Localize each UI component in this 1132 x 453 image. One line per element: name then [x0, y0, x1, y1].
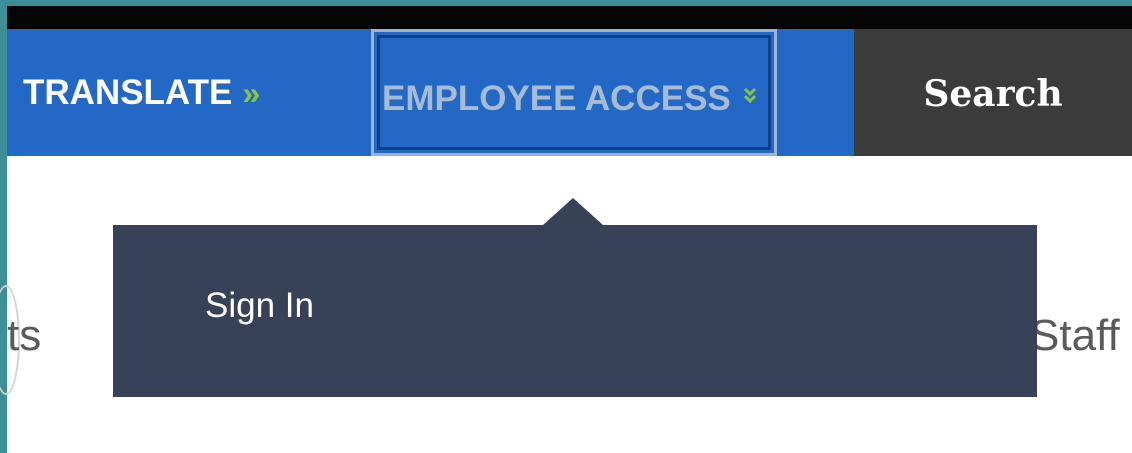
top-black-bar: [7, 6, 1132, 29]
employee-access-label: EMPLOYEE ACCESS: [382, 79, 731, 118]
employee-access-button[interactable]: EMPLOYEE ACCESS: [371, 29, 777, 156]
employee-access-focus-ring: EMPLOYEE ACCESS: [377, 35, 771, 150]
main-navigation-bar: Search TRANSLATE» EMPLOYEE ACCESS: [7, 29, 1132, 156]
dropdown-pointer: [543, 198, 603, 225]
search-button[interactable]: Search: [854, 71, 1132, 117]
double-chevron-down-icon: [743, 78, 757, 118]
translate-label: TRANSLATE: [23, 73, 233, 112]
employee-access-content: EMPLOYEE ACCESS: [382, 79, 757, 119]
page: Search TRANSLATE» EMPLOYEE ACCESS ts Sta…: [0, 0, 1132, 453]
nav-search-section: Search: [854, 29, 1132, 156]
sign-in-link[interactable]: Sign In: [205, 285, 314, 327]
background-link-fragment-right: Staff: [1030, 311, 1120, 360]
employee-access-dropdown-menu: Sign In: [113, 225, 1037, 397]
background-link-fragment-left: ts: [7, 311, 42, 360]
translate-button[interactable]: TRANSLATE»: [23, 73, 260, 113]
double-chevron-down-svg: [743, 87, 756, 103]
double-chevron-right-icon: »: [242, 75, 261, 111]
